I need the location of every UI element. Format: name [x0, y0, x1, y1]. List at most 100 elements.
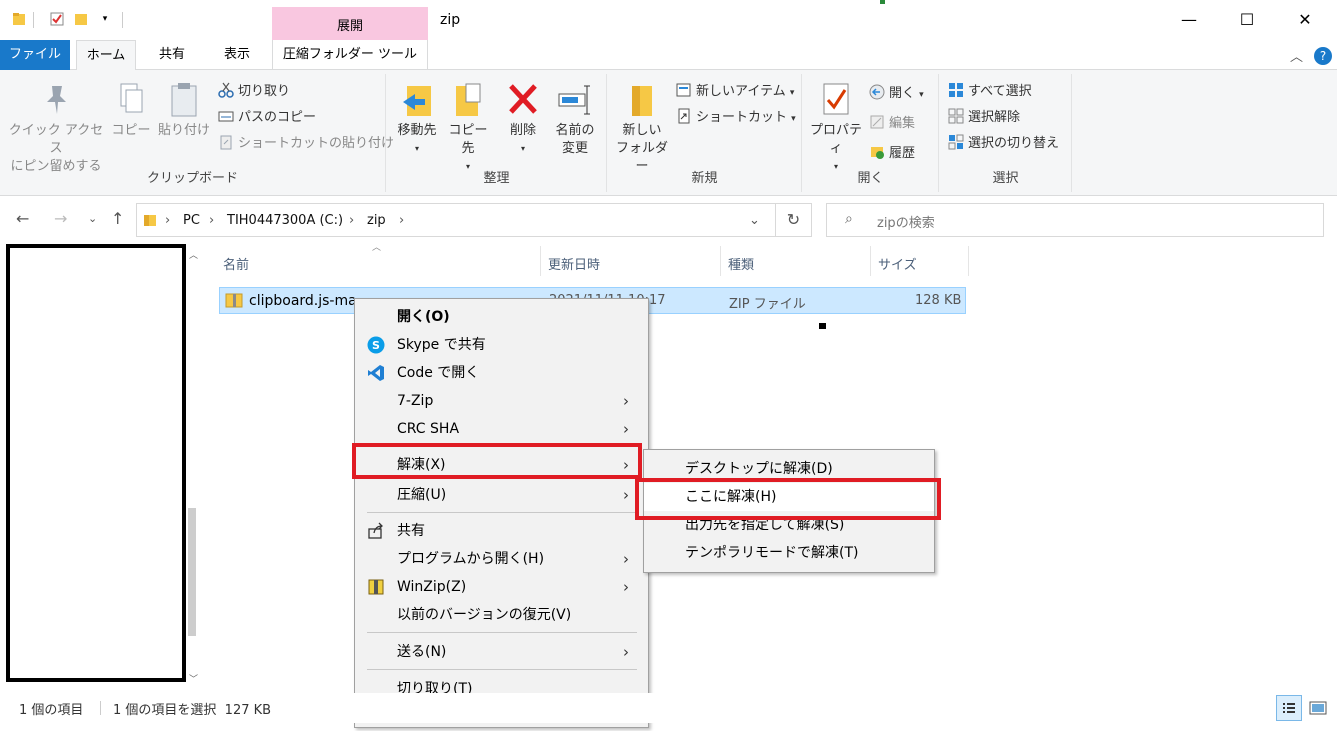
invert-selection-icon: [948, 134, 964, 150]
breadcrumb-separator[interactable]: ›: [399, 213, 404, 228]
new-item-button[interactable]: 新しいアイテム ▾: [676, 82, 794, 102]
paste-shortcut-button[interactable]: ショートカットの貼り付け: [218, 134, 394, 154]
select-none-button[interactable]: 選択解除: [948, 108, 1020, 128]
cut-button[interactable]: 切り取り: [218, 82, 290, 102]
column-divider[interactable]: [720, 246, 721, 276]
navigation-pane[interactable]: [6, 244, 186, 682]
column-divider[interactable]: [540, 246, 541, 276]
copy-label: コピー: [111, 123, 151, 138]
up-arrow-icon[interactable]: ↑: [111, 209, 124, 228]
menu-item-7zip[interactable]: 7-Zip ›: [355, 387, 648, 415]
tab-share[interactable]: 共有: [142, 40, 202, 70]
invert-selection-label: 選択の切り替え: [968, 136, 1060, 151]
file-name: clipboard.js-ma: [249, 293, 357, 309]
new-folder-icon[interactable]: [74, 12, 88, 26]
submenu-extract-temporary[interactable]: テンポラリモードで解凍(T): [644, 539, 934, 567]
breadcrumb-drive[interactable]: TIH0447300A (C:): [227, 213, 343, 228]
search-input[interactable]: zipの検索: [877, 212, 935, 231]
tab-file[interactable]: ファイル: [0, 40, 70, 70]
ribbon: クイック アクセス にピン留めする コピー 貼り付け 切り取り パスのコピー シ…: [0, 70, 1337, 196]
column-divider[interactable]: [968, 246, 969, 276]
maximize-button[interactable]: ☐: [1224, 6, 1270, 34]
properties-icon[interactable]: [50, 12, 64, 26]
edit-button[interactable]: 編集: [869, 114, 915, 134]
breadcrumb-separator[interactable]: ›: [209, 213, 214, 228]
customize-toolbar-icon[interactable]: ▾: [98, 12, 112, 26]
tab-view[interactable]: 表示: [208, 40, 266, 70]
refresh-button[interactable]: ↻: [776, 203, 812, 237]
history-icon: [869, 144, 885, 160]
move-to-button[interactable]: 移動先 ▾: [391, 80, 443, 158]
copy-path-label: パスのコピー: [238, 110, 317, 125]
menu-item-label: 開く(O): [397, 309, 450, 325]
organize-group-label: 整理: [483, 171, 510, 186]
breadcrumb-pc[interactable]: PC: [183, 213, 200, 228]
recent-locations-icon[interactable]: ⌄: [88, 212, 97, 225]
breadcrumb-separator[interactable]: ›: [349, 213, 354, 228]
tab-home[interactable]: ホーム: [76, 40, 136, 71]
rename-button[interactable]: 名前の 変更: [549, 80, 601, 158]
properties-check-icon: [818, 80, 854, 118]
invert-selection-button[interactable]: 選択の切り替え: [948, 134, 1059, 154]
zip-file-icon: [225, 291, 243, 313]
column-divider[interactable]: [870, 246, 871, 276]
menu-item-send-to[interactable]: 送る(N) ›: [355, 638, 648, 666]
minimize-button[interactable]: —: [1166, 6, 1212, 34]
submenu-arrow-icon: ›: [623, 643, 629, 661]
divider: [122, 12, 123, 28]
history-button[interactable]: 履歴: [869, 144, 915, 164]
menu-item-winzip[interactable]: WinZip(Z) ›: [355, 573, 648, 601]
rename-label-1: 名前の: [555, 123, 595, 138]
menu-item-label: 圧縮(U): [397, 487, 447, 503]
column-name[interactable]: 名前: [223, 254, 249, 273]
menu-item-restore-previous-versions[interactable]: 以前のバージョンの復元(V): [355, 601, 648, 629]
menu-item-share[interactable]: 共有: [355, 517, 648, 545]
menu-item-open-with-code[interactable]: Code で開く: [355, 359, 648, 387]
menu-item-label: Skype で共有: [397, 337, 486, 353]
address-history-dropdown-icon[interactable]: ⌄: [749, 213, 760, 228]
forward-arrow-icon[interactable]: →: [54, 209, 67, 228]
copy-path-button[interactable]: パスのコピー: [218, 108, 316, 128]
delete-button[interactable]: 削除 ▾: [501, 80, 545, 158]
menu-item-open-with[interactable]: プログラムから開く(H) ›: [355, 545, 648, 573]
menu-item-open[interactable]: 開く(O): [355, 303, 648, 331]
navigation-pane-scrollbar[interactable]: ︿ ﹀: [188, 244, 198, 685]
details-view-icon[interactable]: [1276, 695, 1302, 721]
breadcrumb-zip[interactable]: zip: [367, 213, 386, 228]
address-bar[interactable]: › PC › TIH0447300A (C:) › zip › ⌄: [136, 203, 776, 237]
open-button[interactable]: 開く ▾: [869, 84, 924, 104]
search-box[interactable]: ⌕ zipの検索: [826, 203, 1324, 237]
help-icon[interactable]: ?: [1314, 47, 1332, 65]
submenu-arrow-icon: ›: [623, 550, 629, 568]
tab-compressed-folder-tools[interactable]: 圧縮フォルダー ツール: [272, 40, 428, 70]
collapse-ribbon-icon[interactable]: ︿: [1290, 46, 1303, 65]
paste-button[interactable]: 貼り付け: [156, 80, 212, 140]
shortcut-button[interactable]: ショートカット ▾: [676, 108, 796, 128]
menu-item-skype-share[interactable]: S Skype で共有: [355, 331, 648, 359]
folder-icon: [143, 213, 157, 231]
copy-to-button[interactable]: コピー先 ▾: [443, 80, 493, 176]
submenu-arrow-icon: ›: [623, 420, 629, 438]
properties-button[interactable]: プロパティ ▾: [805, 80, 867, 176]
column-date[interactable]: 更新日時: [548, 254, 600, 273]
clipboard-icon: [166, 80, 202, 118]
menu-item-crc-sha[interactable]: CRC SHA ›: [355, 415, 648, 443]
back-arrow-icon[interactable]: ←: [16, 209, 29, 228]
column-size[interactable]: サイズ: [878, 254, 917, 273]
breadcrumb-separator[interactable]: ›: [165, 213, 170, 228]
pin-quick-access-button[interactable]: クイック アクセス にピン留めする: [6, 80, 106, 176]
copy-button[interactable]: コピー: [110, 80, 152, 140]
menu-separator: [367, 669, 637, 670]
menu-item-compress[interactable]: 圧縮(U) ›: [355, 481, 648, 509]
new-folder-button[interactable]: 新しい フォルダー: [610, 80, 674, 176]
clipboard-group: クイック アクセス にピン留めする コピー 貼り付け 切り取り パスのコピー シ…: [0, 74, 394, 192]
select-all-button[interactable]: すべて選択: [948, 82, 1032, 102]
submenu-arrow-icon: ›: [623, 392, 629, 410]
close-button[interactable]: ✕: [1282, 6, 1328, 34]
column-type[interactable]: 種類: [728, 254, 754, 273]
select-group: すべて選択 選択解除 選択の切り替え 選択: [940, 74, 1072, 192]
scissors-icon: [218, 82, 234, 98]
menu-separator: [367, 632, 637, 633]
large-icons-view-icon[interactable]: [1306, 696, 1330, 720]
clipboard-group-label: クリップボード: [146, 171, 238, 186]
